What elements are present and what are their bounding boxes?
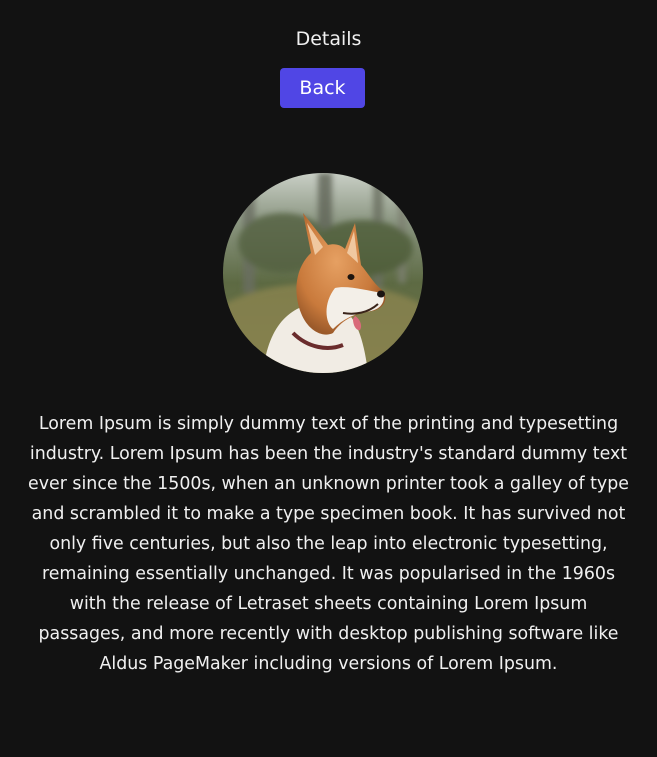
details-page: Details Back Lorem Ipsum is simply dummy…: [0, 0, 657, 757]
description-text: Lorem Ipsum is simply dummy text of the …: [28, 414, 629, 674]
back-button[interactable]: Back: [280, 68, 365, 108]
dog-avatar-image: [223, 173, 423, 373]
page-title: Details: [295, 28, 362, 50]
